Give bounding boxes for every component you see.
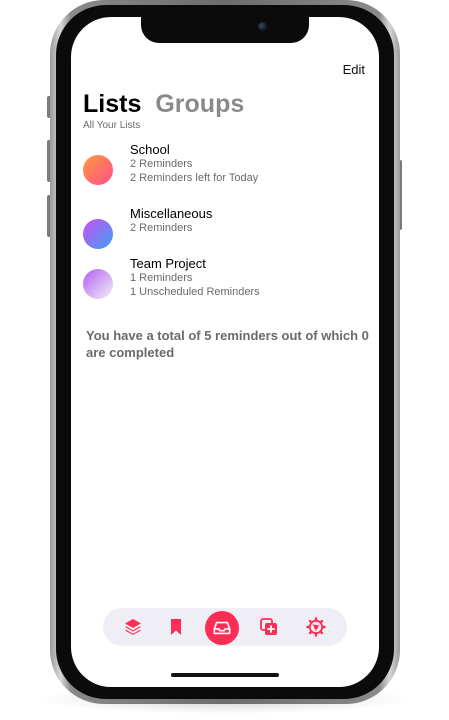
page-subtitle: All Your Lists <box>83 120 141 131</box>
inbox-button[interactable] <box>205 611 239 645</box>
list-reminder-count: 1 Reminders <box>130 272 193 284</box>
list-item-miscellaneous[interactable]: Miscellaneous 2 Reminders <box>83 206 373 249</box>
tab-lists[interactable]: Lists <box>83 90 141 118</box>
list-color-dot <box>83 219 113 249</box>
list-reminder-count: 2 Reminders <box>130 222 193 234</box>
list-color-dot <box>83 269 113 299</box>
tab-groups[interactable]: Groups <box>155 90 244 118</box>
list-item-team-project[interactable]: Team Project 1 Reminders 1 Unscheduled R… <box>83 256 373 300</box>
list-color-dot <box>83 155 113 185</box>
reminder-summary: You have a total of 5 reminders out of w… <box>86 328 369 360</box>
list-title: School <box>130 142 170 157</box>
bookmark-icon[interactable] <box>166 617 186 637</box>
camera-icon <box>258 22 267 31</box>
gear-icon[interactable] <box>306 617 326 637</box>
bottom-tab-bar <box>103 608 347 646</box>
list-title: Miscellaneous <box>130 206 213 221</box>
list-reminder-count: 2 Reminders <box>130 158 193 170</box>
layers-icon[interactable] <box>123 617 143 637</box>
add-copy-icon[interactable] <box>259 617 279 637</box>
notch <box>141 17 309 43</box>
list-title: Team Project <box>130 256 206 271</box>
tab-switcher: Lists Groups <box>83 90 244 119</box>
list-today-count: 2 Reminders left for Today <box>130 172 259 184</box>
edit-button[interactable]: Edit <box>343 62 365 77</box>
inbox-tray-icon <box>213 621 231 635</box>
home-indicator <box>171 673 279 677</box>
app-screen: Edit Lists Groups All Your Lists School 2… <box>71 17 379 687</box>
list-item-school[interactable]: School 2 Reminders 2 Reminders left for … <box>83 142 373 186</box>
list-unscheduled-count: 1 Unscheduled Reminders <box>130 286 260 298</box>
